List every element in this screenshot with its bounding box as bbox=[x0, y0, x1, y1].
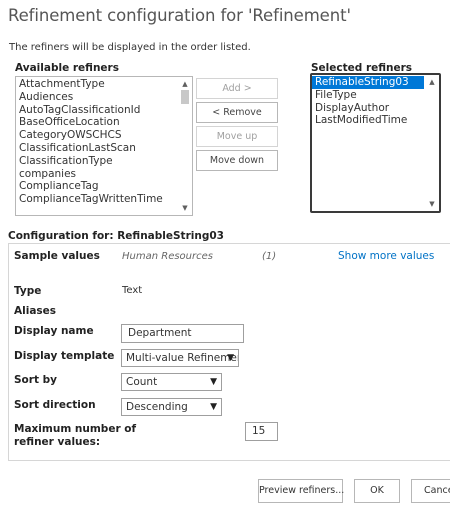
scroll-thumb[interactable] bbox=[181, 90, 189, 104]
available-refiner-item[interactable]: Audiences bbox=[16, 91, 177, 104]
show-more-values-link[interactable]: Show more values bbox=[338, 250, 434, 262]
available-refiner-item[interactable]: ComplianceTagWrittenTime bbox=[16, 193, 177, 206]
sample-value: Human Resources bbox=[122, 251, 213, 262]
sort-direction-value: Descending bbox=[126, 401, 188, 413]
ok-button[interactable]: OK bbox=[354, 479, 400, 503]
page-subtitle: The refiners will be displayed in the or… bbox=[9, 42, 251, 53]
chevron-down-icon: ▼ bbox=[210, 402, 217, 412]
aliases-label: Aliases bbox=[14, 305, 57, 317]
sort-direction-select[interactable]: Descending ▼ bbox=[121, 398, 222, 416]
scroll-up-arrow-icon[interactable]: ▲ bbox=[425, 76, 439, 88]
move-down-button[interactable]: Move down bbox=[196, 150, 278, 171]
selected-refiner-item[interactable]: FileType bbox=[312, 89, 424, 102]
selected-refiners-list[interactable]: RefinableString03 FileType DisplayAuthor La… bbox=[310, 73, 441, 213]
sample-count: (1) bbox=[262, 251, 277, 262]
available-refiner-item[interactable]: ClassificationType bbox=[16, 155, 177, 168]
chevron-down-icon: ▼ bbox=[227, 353, 234, 363]
type-value: Text bbox=[122, 285, 143, 296]
available-refiner-item[interactable]: ComplianceTag bbox=[16, 180, 177, 193]
chevron-down-icon: ▼ bbox=[210, 377, 217, 387]
selected-refiner-item[interactable]: DisplayAuthor bbox=[312, 102, 424, 115]
available-refiner-item[interactable]: companies bbox=[16, 168, 177, 181]
selected-refiner-item[interactable]: RefinableString03 bbox=[312, 76, 424, 89]
available-refiner-item[interactable]: CategoryOWSCHCS bbox=[16, 129, 177, 142]
max-values-label-line2: refiner values: bbox=[14, 436, 101, 448]
display-template-label: Display template bbox=[14, 350, 115, 362]
available-refiner-item[interactable]: ClassificationLastScan bbox=[16, 142, 177, 155]
scroll-down-arrow-icon[interactable]: ▼ bbox=[178, 202, 192, 214]
display-template-select[interactable]: Multi-value Refinement Item ▼ bbox=[121, 349, 239, 367]
available-refiners-list[interactable]: AttachmentType Audiences AutoTagClassifica… bbox=[15, 76, 193, 216]
scroll-up-arrow-icon[interactable]: ▲ bbox=[178, 78, 192, 90]
sort-by-label: Sort by bbox=[14, 374, 57, 386]
available-refiner-item[interactable]: AutoTagClassificationId bbox=[16, 104, 177, 117]
display-name-input[interactable]: Department bbox=[121, 324, 244, 343]
max-values-label-line1: Maximum number of bbox=[14, 423, 137, 435]
remove-button[interactable]: < Remove bbox=[196, 102, 278, 123]
available-list-scrollbar[interactable]: ▲ ▼ bbox=[178, 77, 192, 215]
scroll-down-arrow-icon[interactable]: ▼ bbox=[425, 198, 439, 210]
cancel-button[interactable]: Cancel bbox=[411, 479, 450, 503]
sort-direction-label: Sort direction bbox=[14, 399, 96, 411]
selected-refiner-item[interactable]: LastModifiedTime bbox=[312, 114, 424, 127]
preview-refiners-button[interactable]: Preview refiners... bbox=[258, 479, 344, 503]
sort-by-value: Count bbox=[126, 376, 158, 388]
config-heading: Configuration for: RefinableString03 bbox=[8, 230, 224, 242]
display-template-value: Multi-value Refinement Item bbox=[126, 352, 238, 364]
sample-values-label: Sample values bbox=[14, 250, 100, 262]
display-name-label: Display name bbox=[14, 325, 94, 337]
page-title: Refinement configuration for 'Refinement… bbox=[8, 6, 351, 25]
add-button[interactable]: Add > bbox=[196, 78, 278, 99]
selected-list-scrollbar[interactable]: ▲ ▼ bbox=[425, 75, 439, 211]
move-up-button[interactable]: Move up bbox=[196, 126, 278, 147]
available-refiners-label: Available refiners bbox=[15, 62, 119, 74]
sort-by-select[interactable]: Count ▼ bbox=[121, 373, 222, 391]
type-label: Type bbox=[14, 285, 42, 297]
available-refiner-item[interactable]: AttachmentType bbox=[16, 78, 177, 91]
available-refiner-item[interactable]: BaseOfficeLocation bbox=[16, 116, 177, 129]
max-values-input[interactable]: 15 bbox=[245, 422, 278, 441]
